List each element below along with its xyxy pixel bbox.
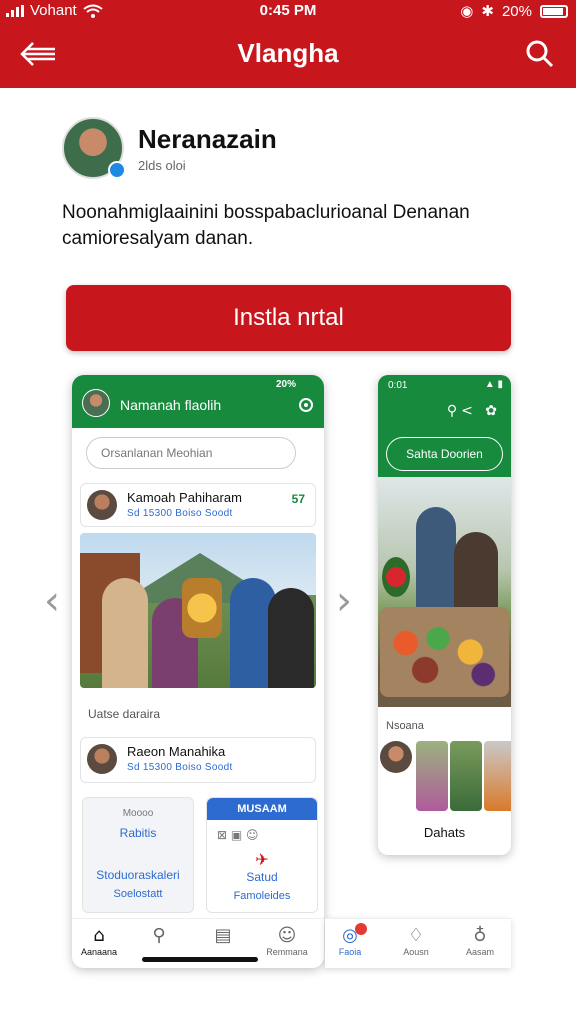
calendar-icon: ▤ [214,925,232,946]
avatar [82,389,110,417]
bluetooth-icon: ✱ [481,2,494,20]
bottom-nav-secondary: ◎ Faoia ♢ Aousn ♁ Aasam [325,918,511,968]
search-input[interactable]: Orsanlanan Meohian [86,437,296,469]
food-platter [380,607,509,697]
alarm-icon: ◉ [460,2,474,20]
search-share-icons[interactable]: ⚲< ✿ [447,403,501,419]
header-title: Vlangha [237,38,339,68]
phone1-status: 20% [275,379,296,390]
nav-home-label: Aanaana [80,947,118,957]
tile-line: Stoduoraskaleri [96,868,180,882]
plane-icon: ✈ [255,850,269,869]
nav-calendar[interactable]: ▤ [202,925,244,947]
tile-icons: ⊠ ▣ ☺ [217,828,259,842]
carousel-next-icon[interactable]: › [336,578,352,624]
tile-title: Rabitis [119,826,157,840]
phone2-label: Nsoana [386,720,424,732]
avatar [87,744,117,774]
phone2-footer: Dahats [423,825,466,840]
status-bar: Vohant 0:45 PM ◉ ✱ 20% [0,0,576,22]
flower-shape [382,557,410,597]
feature-tile-right[interactable]: MUSAAM ⊠ ▣ ☺ ✈ Satud Famoleides [206,797,318,913]
install-button[interactable]: Instla nrtal [66,285,511,351]
feature-tile-left[interactable]: Moooo Rabitis Stoduoraskaleri Soelostatt [82,797,194,913]
avatar[interactable] [380,741,412,773]
food-photo[interactable] [378,477,511,707]
post-author: Kamoah Pahiharam [127,490,242,505]
phone1-title: Namanah flaolih [120,397,222,413]
app-header: Vohant 0:45 PM ◉ ✱ 20% Vlangha [0,0,576,88]
nav-home[interactable]: ⌂ Aanaana [78,925,120,957]
search-icon [526,40,554,68]
tile-title: Satud [246,870,278,884]
profile-name: Neranazain [138,124,277,154]
phone2-button[interactable]: Sahta Doorien [386,437,503,471]
person-figure [102,578,148,688]
phone2-time: 0:01 [388,380,408,391]
thumbnail[interactable] [484,741,511,811]
tile-top: Moooo [122,808,154,819]
notification-badge [355,923,367,935]
phone1-header: 20% Namanah flaolih [72,375,324,428]
thumbnail[interactable] [416,741,448,811]
verified-icon [108,161,126,179]
avatar [87,490,117,520]
post-meta: Sd 15300 Boiso Soodt [127,508,233,519]
person-figure [416,507,456,607]
phone2-header: 0:01 ▲ ▮ ⚲< ✿ Sahta Doorien [378,375,511,477]
nav-chat-label: Remmana [266,947,308,957]
carousel-prev-icon[interactable]: ‹ [44,578,60,624]
nav-chat[interactable]: ☺ Remmana [266,925,308,957]
bell-icon: ♢ [407,925,425,946]
nav-profile[interactable]: ♁ Aasam [459,925,501,957]
photo-caption: Uatse daraira [88,707,161,721]
post-meta: Sd 15300 Boiso Soodt [127,762,233,773]
post-card[interactable]: Kamoah Pahiharam Sd 15300 Boiso Soodt 57 [80,483,316,527]
person-figure [268,588,314,688]
post-author: Raeon Manahika [127,744,226,759]
home-indicator[interactable] [142,957,258,962]
nav-discover-label: Faoia [338,947,362,957]
search-button[interactable] [520,34,560,74]
post-card[interactable]: Raeon Manahika Sd 15300 Boiso Soodt [80,737,316,783]
battery-icon [540,4,568,18]
nav-alerts[interactable]: ♢ Aousn [395,925,437,957]
profile-subtitle: 2lds oloi [138,158,186,173]
signal-icon: ▲ ▮ [484,379,503,390]
battery-percent: 20% [501,2,532,20]
lantern-shape [182,578,222,638]
chat-icon: ☺ [277,925,297,946]
home-icon: ⌂ [93,925,105,946]
thumbnail[interactable] [450,741,482,811]
nav-discover[interactable]: ◎ Faoia [329,923,371,957]
post-count: 57 [291,492,305,506]
nav-alerts-label: Aousn [403,947,429,957]
profile-avatar[interactable] [62,117,126,179]
nav-profile-label: Aasam [465,947,494,957]
person-figure [454,532,498,612]
profile-icon: ♁ [473,925,487,946]
tile-line: Famoleides [233,890,291,902]
nav-search[interactable]: ⚲ [138,925,180,947]
screenshot-phone-1[interactable]: 20% Namanah flaolih Orsanlanan Meohian K… [72,375,324,968]
app-description: Noonahmiglaainini bosspabaclurioanal Den… [62,202,470,249]
tile-line: Soelostatt [113,888,163,900]
search-icon[interactable] [298,397,314,413]
post-photo[interactable] [80,533,316,688]
tile-header: MUSAAM [207,798,317,820]
screenshot-phone-2[interactable]: 0:01 ▲ ▮ ⚲< ✿ Sahta Doorien Nsoana Dahat… [378,375,511,855]
search-icon: ⚲ [152,925,166,946]
